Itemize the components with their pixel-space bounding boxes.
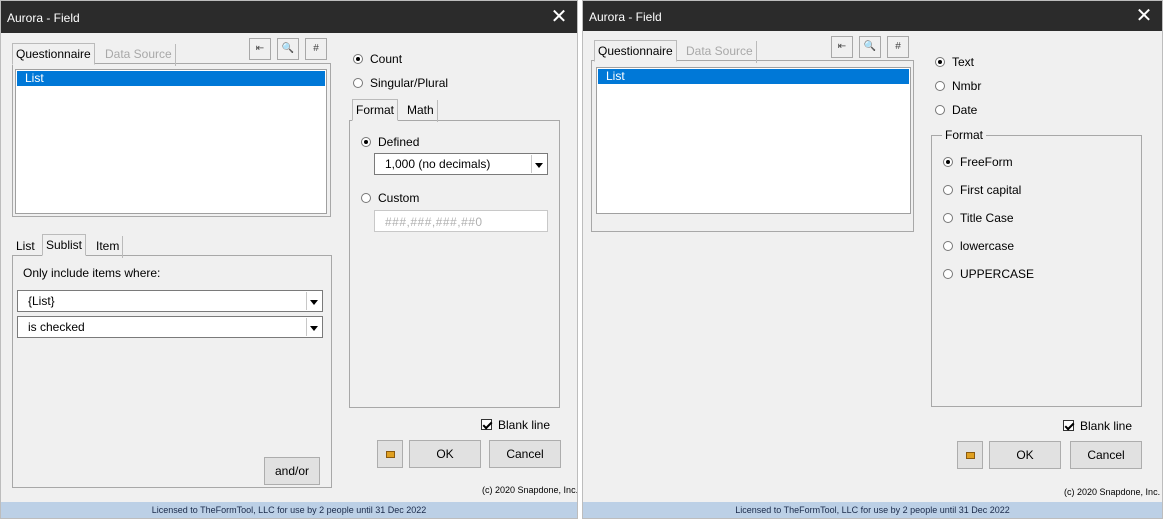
tab-item[interactable]: Item bbox=[93, 236, 124, 258]
list-combo[interactable]: {List} bbox=[17, 290, 323, 312]
radio-icon bbox=[943, 241, 953, 251]
and-or-button[interactable]: and/or bbox=[264, 457, 320, 485]
tab-format[interactable]: Format bbox=[352, 99, 399, 121]
close-icon[interactable]: ✕ bbox=[1126, 1, 1162, 33]
ok-button[interactable]: OK bbox=[989, 441, 1061, 469]
package-icon bbox=[386, 451, 395, 458]
ok-button[interactable]: OK bbox=[409, 440, 481, 468]
back-arrow-icon[interactable]: ⇤ bbox=[249, 38, 271, 60]
condition-combo[interactable]: is checked bbox=[17, 316, 323, 338]
count-label: Count bbox=[370, 52, 403, 66]
cancel-button[interactable]: Cancel bbox=[1070, 441, 1142, 469]
copyright-text: (c) 2020 Snapdone, Inc. bbox=[482, 485, 578, 495]
field-dialog-right: Aurora - Field ✕ Questionnaire Data Sour… bbox=[582, 0, 1163, 519]
tab-data-source[interactable]: Data Source bbox=[102, 44, 176, 66]
title-case-label: Title Case bbox=[960, 211, 1014, 225]
first-capital-label: First capital bbox=[960, 183, 1022, 197]
blank-line-label: Blank line bbox=[1080, 419, 1133, 433]
radio-selected-icon bbox=[361, 137, 371, 147]
defined-label: Defined bbox=[378, 135, 420, 149]
lowercase-radio[interactable]: lowercase bbox=[943, 239, 1014, 253]
radio-icon bbox=[943, 213, 953, 223]
hash-icon[interactable]: # bbox=[305, 38, 327, 60]
radio-selected-icon bbox=[943, 157, 953, 167]
chevron-down-icon[interactable] bbox=[306, 318, 321, 336]
defined-format-value: 1,000 (no decimals) bbox=[385, 157, 491, 171]
list-item[interactable]: List bbox=[17, 71, 325, 86]
window-title: Aurora - Field bbox=[589, 10, 662, 24]
chevron-down-icon[interactable] bbox=[531, 155, 546, 173]
title-bar[interactable]: Aurora - Field ✕ bbox=[1, 1, 577, 33]
radio-icon bbox=[943, 269, 953, 279]
search-icon[interactable]: 🔍 bbox=[277, 38, 299, 60]
radio-selected-icon bbox=[353, 54, 363, 64]
custom-radio[interactable]: Custom bbox=[361, 191, 419, 205]
nmbr-radio[interactable]: Nmbr bbox=[935, 79, 981, 93]
defined-radio[interactable]: Defined bbox=[361, 135, 419, 149]
custom-label: Custom bbox=[378, 191, 420, 205]
freeform-radio[interactable]: FreeForm bbox=[943, 155, 1013, 169]
list-item[interactable]: List bbox=[598, 69, 909, 84]
text-radio[interactable]: Text bbox=[935, 55, 974, 69]
radio-icon bbox=[935, 81, 945, 91]
nmbr-label: Nmbr bbox=[952, 79, 982, 93]
singular-plural-radio[interactable]: Singular/Plural bbox=[353, 76, 448, 90]
blank-line-checkbox[interactable]: Blank line bbox=[481, 418, 550, 432]
license-status-bar: Licensed to TheFormTool, LLC for use by … bbox=[583, 502, 1162, 518]
title-bar[interactable]: Aurora - Field ✕ bbox=[583, 1, 1162, 31]
first-capital-radio[interactable]: First capital bbox=[943, 183, 1021, 197]
window-title: Aurora - Field bbox=[7, 11, 80, 25]
list-combo-value: {List} bbox=[28, 294, 55, 308]
package-icon bbox=[966, 452, 975, 459]
title-case-radio[interactable]: Title Case bbox=[943, 211, 1014, 225]
format-group-label: Format bbox=[942, 128, 987, 142]
search-icon[interactable]: 🔍 bbox=[859, 36, 881, 58]
text-label: Text bbox=[952, 55, 975, 69]
package-icon-button[interactable] bbox=[957, 441, 983, 469]
custom-format-input[interactable]: ###,###,###,##0 bbox=[374, 210, 548, 232]
date-label: Date bbox=[952, 103, 978, 117]
uppercase-label: UPPERCASE bbox=[960, 267, 1035, 281]
radio-selected-icon bbox=[935, 57, 945, 67]
tab-sublist[interactable]: Sublist bbox=[42, 234, 87, 256]
cancel-button[interactable]: Cancel bbox=[489, 440, 561, 468]
hash-icon[interactable]: # bbox=[887, 36, 909, 58]
back-arrow-icon[interactable]: ⇤ bbox=[831, 36, 853, 58]
questionnaire-listbox[interactable]: List bbox=[15, 69, 327, 214]
custom-format-placeholder: ###,###,###,##0 bbox=[385, 215, 483, 229]
tab-list[interactable]: List bbox=[13, 236, 38, 258]
checkbox-checked-icon bbox=[481, 419, 492, 430]
license-status-bar: Licensed to TheFormTool, LLC for use by … bbox=[1, 502, 577, 518]
tab-questionnaire[interactable]: Questionnaire bbox=[594, 40, 677, 62]
lowercase-label: lowercase bbox=[960, 239, 1015, 253]
questionnaire-listbox[interactable]: List bbox=[596, 67, 911, 214]
radio-icon bbox=[361, 193, 371, 203]
tab-data-source[interactable]: Data Source bbox=[683, 41, 757, 63]
tab-questionnaire[interactable]: Questionnaire bbox=[12, 43, 95, 65]
field-dialog-left: Aurora - Field ✕ Questionnaire Data Sour… bbox=[0, 0, 578, 519]
checkbox-checked-icon bbox=[1063, 420, 1074, 431]
blank-line-label: Blank line bbox=[498, 418, 551, 432]
condition-combo-value: is checked bbox=[28, 320, 85, 334]
package-icon-button[interactable] bbox=[377, 440, 403, 468]
date-radio[interactable]: Date bbox=[935, 103, 977, 117]
copyright-text: (c) 2020 Snapdone, Inc. bbox=[1064, 487, 1161, 497]
chevron-down-icon[interactable] bbox=[306, 292, 321, 310]
radio-icon bbox=[935, 105, 945, 115]
freeform-label: FreeForm bbox=[960, 155, 1013, 169]
close-icon[interactable]: ✕ bbox=[541, 1, 577, 33]
singular-plural-label: Singular/Plural bbox=[370, 76, 449, 90]
tab-math[interactable]: Math bbox=[404, 100, 438, 122]
uppercase-radio[interactable]: UPPERCASE bbox=[943, 267, 1034, 281]
blank-line-checkbox[interactable]: Blank line bbox=[1063, 419, 1132, 433]
defined-format-combo[interactable]: 1,000 (no decimals) bbox=[374, 153, 548, 175]
radio-icon bbox=[943, 185, 953, 195]
filter-label: Only include items where: bbox=[23, 266, 161, 280]
count-radio[interactable]: Count bbox=[353, 52, 402, 66]
radio-icon bbox=[353, 78, 363, 88]
